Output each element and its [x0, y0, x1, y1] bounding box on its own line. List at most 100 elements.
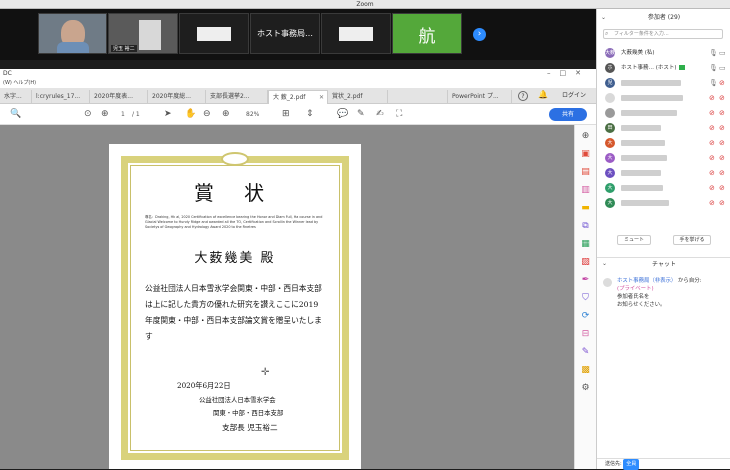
export-pdf-icon[interactable]: ▣ — [580, 149, 591, 160]
share-button[interactable]: 共有 — [549, 108, 587, 121]
video-tile-hidden[interactable] — [321, 13, 391, 54]
avatar: 大薮 — [605, 48, 616, 58]
edit-pdf-icon[interactable]: ▥ — [580, 185, 591, 196]
page-up-icon[interactable]: ⊙ — [84, 108, 92, 121]
microphone-icon[interactable]: 🎙 — [709, 78, 718, 88]
participant-row[interactable]: 大 ⊘ ⊘ — [603, 197, 727, 209]
pdf-window-title: DC — [0, 69, 596, 79]
notification-bell-icon[interactable]: 🔔 — [538, 90, 548, 99]
camera-off-icon[interactable]: ⊘ — [719, 138, 725, 148]
camera-off-icon[interactable]: ⊘ — [719, 183, 725, 193]
search-text-icon[interactable]: ⊕ — [580, 131, 591, 142]
participant-search-input[interactable]: フィルター条件を入力... — [603, 29, 723, 39]
compare-icon[interactable]: ⊟ — [580, 329, 591, 340]
participant-row[interactable]: ⊘ ⊘ — [603, 92, 727, 104]
comment-tool-icon[interactable]: ▬ — [580, 203, 591, 214]
zoom-in-icon[interactable]: ⊕ — [222, 108, 230, 121]
help-icon[interactable]: ? — [518, 91, 528, 101]
camera-off-icon[interactable]: ⊘ — [719, 78, 725, 88]
microphone-muted-icon[interactable]: ⊘ — [709, 138, 715, 148]
tab-doc-3[interactable]: 2020年度表... — [90, 90, 148, 104]
select-cursor-icon[interactable]: ➤ — [164, 108, 172, 121]
participant-row[interactable]: ホ ホスト事務… (ホスト) 🎙 ▭ — [603, 62, 727, 74]
organize-pages-icon[interactable]: ▦ — [580, 239, 591, 250]
login-link[interactable]: ログイン — [562, 88, 586, 104]
fit-page-icon[interactable]: ⊞ — [282, 108, 290, 121]
participant-name: ホスト事務… (ホスト) — [621, 63, 685, 73]
document-workspace[interactable]: 賞 状 尊名：Draking, Hk al, 2020 Certificatio… — [0, 125, 574, 469]
collapse-chevron-icon[interactable]: ⌄ — [601, 14, 606, 21]
sign-icon[interactable]: ⛶ — [396, 108, 402, 121]
zoom-out-icon[interactable]: ⊖ — [203, 108, 211, 121]
participant-row[interactable]: 田 ⊘ ⊘ — [603, 122, 727, 134]
participant-row[interactable]: 大薮 大薮幾美 (私) 🎙 ▭ — [603, 47, 727, 59]
chat-recipient-select[interactable]: 全員 — [623, 459, 640, 470]
highlight-pen-icon[interactable]: ✎ — [357, 108, 365, 121]
microphone-muted-icon[interactable]: ⊘ — [709, 123, 715, 133]
tab-doc-7[interactable]: 賞状_2.pdf — [328, 90, 388, 104]
document-tabs: 水字... l:cryrules_17... 2020年度表... 2020年度… — [0, 88, 596, 104]
participant-row[interactable]: 大 ⊘ ⊘ — [603, 182, 727, 194]
certificate-tool-icon[interactable]: ✎ — [580, 347, 591, 358]
create-pdf-icon[interactable]: ▤ — [580, 167, 591, 178]
video-tile-hidden[interactable] — [179, 13, 249, 54]
camera-off-icon[interactable]: ⊘ — [719, 93, 725, 103]
comment-icon[interactable]: 💬 — [337, 108, 348, 121]
protect-icon[interactable]: ⛉ — [580, 293, 591, 304]
stamp-icon[interactable]: ▩ — [580, 365, 591, 376]
next-page-button[interactable]: › — [473, 28, 486, 41]
participant-row[interactable]: 大 ⊘ ⊘ — [603, 167, 727, 179]
microphone-icon[interactable]: 🎙 — [709, 63, 718, 73]
participants-panel: 参加者 (29) ⌄ ⌕ フィルター条件を入力... 大薮 大薮幾美 (私) 🎙… — [596, 9, 730, 470]
video-tile-speaker[interactable]: 児玉 裕二 — [108, 13, 178, 54]
video-tile-self[interactable] — [38, 13, 107, 54]
tab-doc-8[interactable] — [388, 90, 448, 104]
tab-doc-5[interactable]: 支部長選挙2... — [206, 90, 268, 104]
close-tab-icon[interactable]: ✕ — [319, 91, 324, 104]
more-tools-icon[interactable]: ⚙ — [580, 383, 591, 394]
hand-tool-icon[interactable]: ✋ — [185, 108, 196, 121]
tab-doc-4[interactable]: 2020年度総... — [148, 90, 206, 104]
microphone-muted-icon[interactable]: ⊘ — [709, 153, 715, 163]
camera-off-icon[interactable]: ⊘ — [719, 198, 725, 208]
window-controls[interactable]: –□✕ — [547, 69, 590, 77]
camera-off-icon[interactable]: ⊘ — [719, 123, 725, 133]
participant-row[interactable]: 大 ⊘ ⊘ — [603, 152, 727, 164]
camera-off-icon[interactable]: ⊘ — [719, 168, 725, 178]
name-redaction — [621, 155, 667, 161]
microphone-icon[interactable]: 🎙 — [709, 48, 718, 58]
video-tile-host[interactable]: ホスト事務局… — [250, 13, 320, 54]
fill-sign-icon[interactable]: ✒ — [580, 275, 591, 286]
tab-doc-1[interactable]: 水字... — [0, 90, 32, 104]
send-for-review-icon[interactable]: ⟳ — [580, 311, 591, 322]
microphone-muted-icon[interactable]: ⊘ — [709, 198, 715, 208]
draw-icon[interactable]: ✍ — [376, 108, 384, 121]
tab-doc-2[interactable]: l:cryrules_17... — [32, 90, 90, 104]
microphone-muted-icon[interactable]: ⊘ — [709, 108, 715, 118]
crest-ornament — [221, 152, 249, 166]
participant-row[interactable]: 児 🎙 ⊘ — [603, 77, 727, 89]
menu-bar[interactable]: (W) ヘルプ(H) — [0, 79, 596, 88]
redact-icon[interactable]: ▨ — [580, 257, 591, 268]
microphone-muted-icon[interactable]: ⊘ — [709, 183, 715, 193]
camera-icon[interactable]: ▭ — [719, 48, 726, 58]
camera-off-icon[interactable]: ⊘ — [719, 108, 725, 118]
camera-icon[interactable]: ▭ — [719, 63, 726, 73]
scroll-mode-icon[interactable]: ⇕ — [306, 108, 314, 121]
page-number-input[interactable]: 1 — [121, 108, 125, 121]
combine-files-icon[interactable]: ⧉ — [580, 221, 591, 232]
microphone-muted-icon[interactable]: ⊘ — [709, 168, 715, 178]
participant-row[interactable]: 大 ⊘ ⊘ — [603, 137, 727, 149]
mute-button[interactable]: ミュート — [617, 235, 651, 245]
chat-sender[interactable]: ホスト事務局（非表示） — [617, 278, 676, 284]
zoom-level-select[interactable]: 82% — [246, 108, 259, 121]
video-tile-initial[interactable]: 航 — [392, 13, 462, 54]
microphone-muted-icon[interactable]: ⊘ — [709, 93, 715, 103]
raise-hand-button[interactable]: 手を挙げる — [673, 235, 711, 245]
tab-doc-9[interactable]: PowerPoint プ... — [448, 90, 512, 104]
tab-doc-active[interactable]: 大 薮_2.pdf ✕ — [268, 90, 328, 104]
participant-row[interactable]: ⊘ ⊘ — [603, 107, 727, 119]
search-icon[interactable]: 🔍 — [10, 108, 21, 121]
page-down-icon[interactable]: ⊕ — [101, 108, 109, 121]
camera-off-icon[interactable]: ⊘ — [719, 153, 725, 163]
